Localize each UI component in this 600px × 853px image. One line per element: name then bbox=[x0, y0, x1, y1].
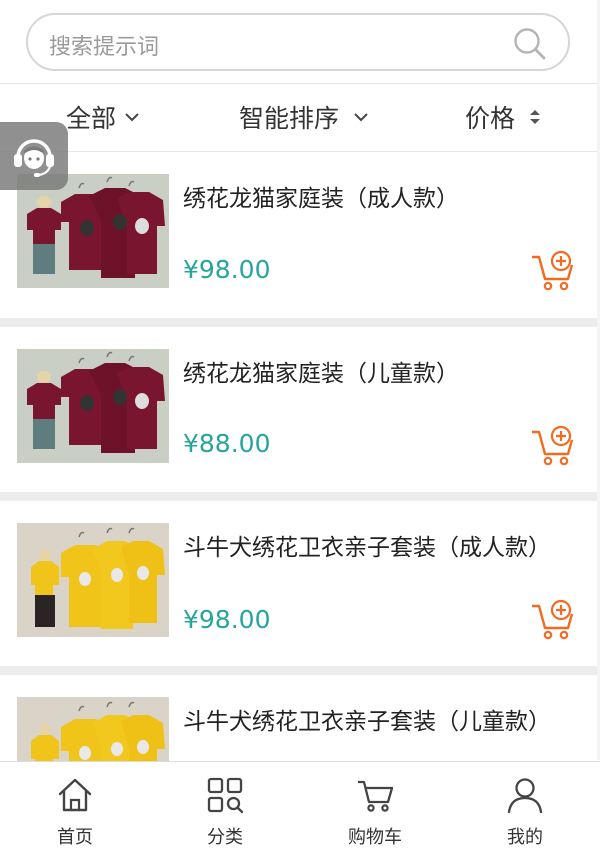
tab-profile-label: 我的 bbox=[507, 827, 543, 848]
filter-bar: 全部 智能排序 价格 bbox=[0, 84, 600, 152]
tab-cart-label: 购物车 bbox=[348, 827, 402, 848]
home-icon bbox=[58, 778, 92, 812]
tab-home[interactable]: 首页 bbox=[0, 762, 150, 853]
add-to-cart-icon[interactable] bbox=[530, 598, 578, 642]
chevron-down-icon bbox=[354, 113, 368, 122]
search-placeholder: 搜索提示词 bbox=[49, 35, 160, 60]
product-title[interactable]: 绣花龙猫家庭装（儿童款） bbox=[183, 354, 459, 388]
customer-service-button[interactable] bbox=[0, 122, 68, 190]
tab-cart[interactable]: 购物车 bbox=[300, 762, 450, 853]
filter-price-label: 价格 bbox=[465, 104, 516, 133]
user-icon bbox=[507, 778, 543, 814]
category-icon bbox=[207, 777, 244, 814]
page: 搜索提示词 全部 智能排序 价格 绣花龙猫家庭装（成人款） ¥98.00 绣花龙… bbox=[0, 0, 600, 853]
add-to-cart-icon[interactable] bbox=[530, 249, 578, 293]
divider bbox=[0, 318, 600, 327]
product-card[interactable]: 斗牛犬绣花卫衣亲子套装（成人款） ¥98.00 bbox=[0, 501, 600, 667]
sort-arrows-icon bbox=[530, 110, 541, 124]
product-title[interactable]: 斗牛犬绣花卫衣亲子套装（成人款） bbox=[183, 528, 551, 562]
add-to-cart-icon[interactable] bbox=[530, 424, 578, 468]
chevron-down-icon bbox=[125, 113, 139, 122]
bottom-tab-bar: 首页 分类 购物车 我的 bbox=[0, 761, 600, 853]
filter-smart-sort[interactable]: 智能排序 bbox=[239, 99, 371, 135]
cart-icon bbox=[358, 780, 394, 812]
search-bar: 搜索提示词 bbox=[0, 0, 600, 84]
product-card[interactable]: 绣花龙猫家庭装（成人款） ¥98.00 bbox=[0, 152, 600, 318]
product-title[interactable]: 斗牛犬绣花卫衣亲子套装（儿童款） bbox=[183, 702, 551, 736]
tab-profile[interactable]: 我的 bbox=[450, 762, 600, 853]
product-image[interactable] bbox=[17, 174, 169, 288]
headset-icon bbox=[14, 139, 54, 177]
product-image[interactable] bbox=[17, 523, 169, 637]
search-icon[interactable] bbox=[512, 26, 548, 62]
tab-home-label: 首页 bbox=[57, 827, 93, 848]
tab-category[interactable]: 分类 bbox=[150, 762, 300, 853]
product-price: ¥98.00 bbox=[183, 605, 271, 634]
product-price: ¥88.00 bbox=[183, 429, 271, 458]
product-title[interactable]: 绣花龙猫家庭装（成人款） bbox=[183, 179, 459, 213]
filter-smart-sort-label: 智能排序 bbox=[239, 104, 340, 133]
divider bbox=[0, 492, 600, 501]
filter-price[interactable]: 价格 bbox=[465, 99, 545, 135]
filter-all[interactable]: 全部 bbox=[66, 99, 142, 135]
filter-all-label: 全部 bbox=[66, 104, 117, 133]
tab-category-label: 分类 bbox=[207, 827, 243, 848]
product-image[interactable] bbox=[17, 349, 169, 463]
product-card[interactable]: 绣花龙猫家庭装（儿童款） ¥88.00 bbox=[0, 327, 600, 493]
product-price: ¥98.00 bbox=[183, 255, 271, 284]
divider bbox=[0, 666, 600, 675]
search-input[interactable]: 搜索提示词 bbox=[26, 13, 570, 71]
